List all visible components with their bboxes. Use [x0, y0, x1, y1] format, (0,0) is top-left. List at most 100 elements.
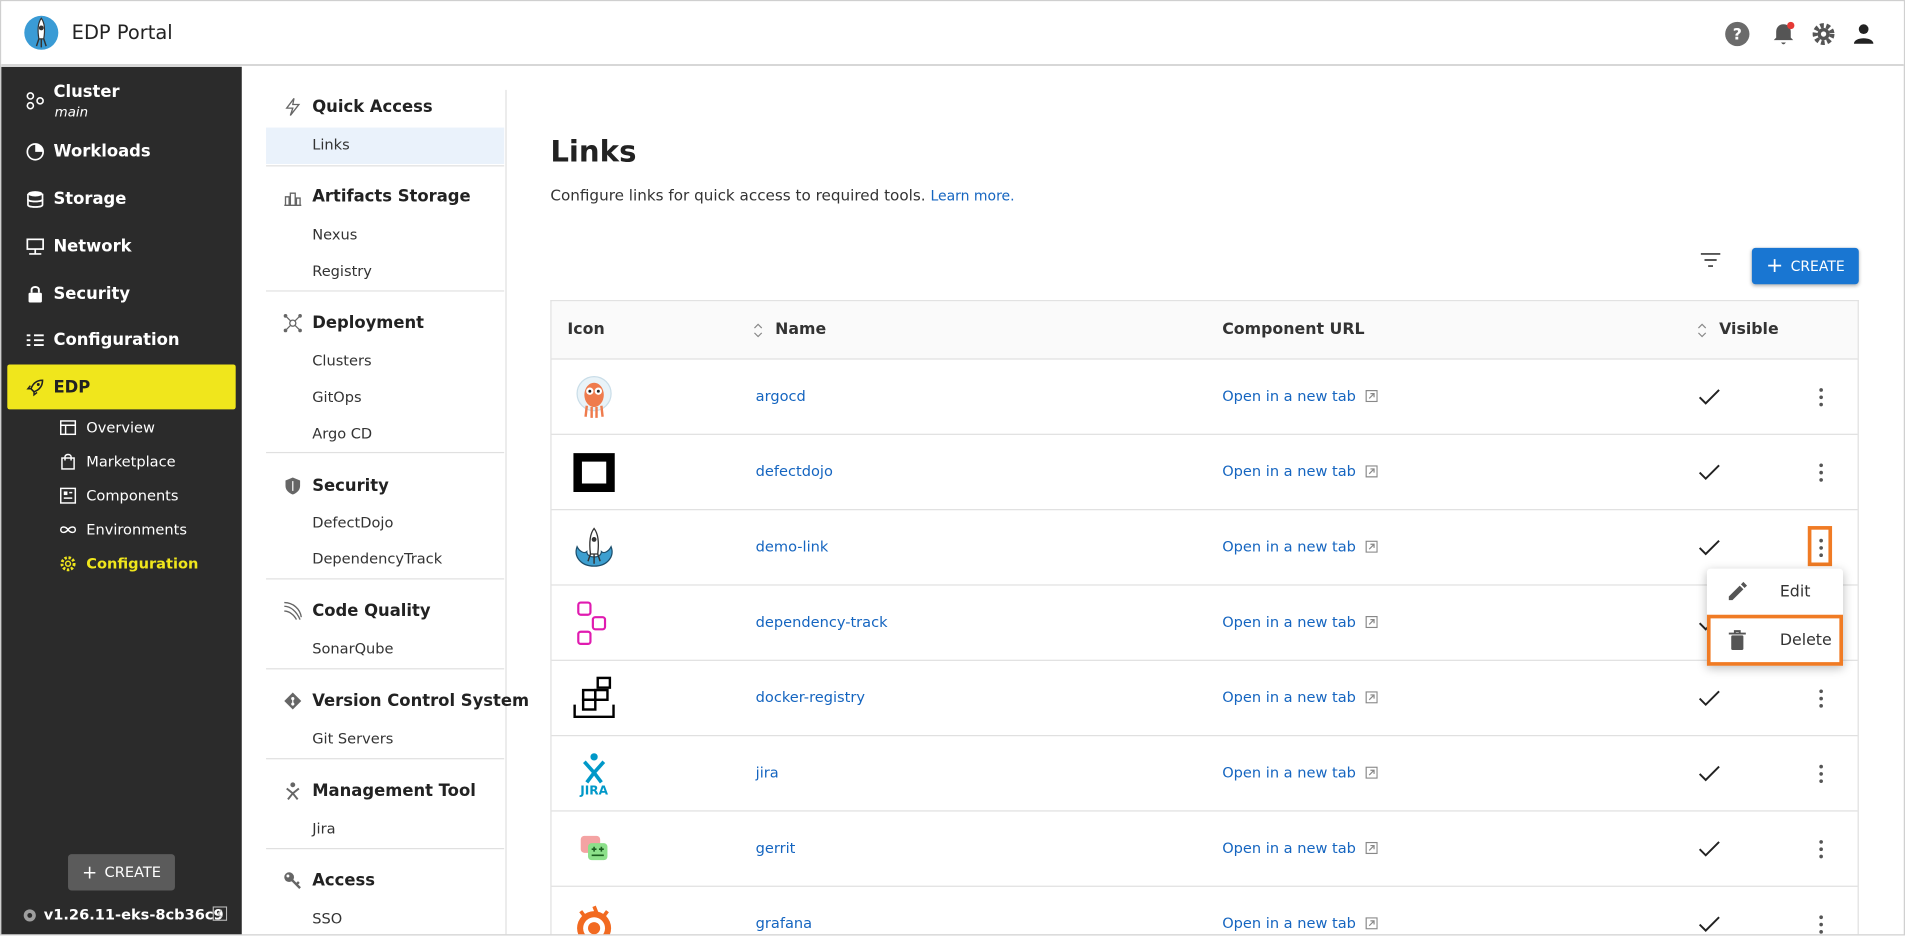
nav-subitem-components[interactable]: Components — [60, 482, 178, 509]
svg-text:JIRA: JIRA — [579, 784, 608, 797]
link-name[interactable]: docker-registry — [756, 689, 865, 706]
plus-icon: + — [1765, 253, 1784, 278]
nav-item-configuration[interactable]: Configuration — [7, 317, 235, 362]
external-link-icon — [1365, 615, 1378, 629]
svg-text:?: ? — [1733, 24, 1742, 43]
link-name[interactable]: dependency-track — [756, 614, 888, 631]
link-name[interactable]: argocd — [756, 388, 806, 405]
storage-icon — [27, 191, 44, 208]
help-icon[interactable]: ? — [1724, 21, 1751, 48]
section-title-artifacts-storage: Artifacts Storage — [312, 187, 471, 207]
check-icon — [1698, 841, 1720, 857]
nav-item-edp[interactable]: EDP — [7, 364, 236, 410]
filter-icon[interactable] — [1697, 247, 1724, 274]
management-icon — [286, 782, 300, 801]
page-description: Configure links for quick access to requ… — [550, 186, 1014, 204]
column-header-name[interactable]: Name — [775, 321, 826, 339]
sort-icon[interactable] — [1697, 323, 1707, 338]
marketplace-icon — [61, 453, 75, 470]
settings-icon[interactable] — [1810, 21, 1837, 48]
nav-item-label: Cluster — [53, 82, 120, 103]
nav-item-workloads[interactable]: Workloads — [7, 129, 235, 174]
open-link[interactable]: Open in a new tab — [1222, 463, 1378, 480]
open-link[interactable]: Open in a new tab — [1222, 689, 1378, 706]
subnav-link-nexus[interactable]: Nexus — [312, 226, 357, 243]
link-name[interactable]: demo-link — [756, 538, 829, 555]
top-bar: EDP Portal ? — [1, 1, 1904, 66]
gerrit-icon — [580, 835, 608, 861]
more-actions-icon[interactable] — [1815, 688, 1827, 710]
nav-create-button[interactable]: + CREATE — [68, 854, 175, 891]
subnav-link-gitops[interactable]: GitOps — [312, 389, 361, 406]
open-link[interactable]: Open in a new tab — [1222, 764, 1378, 781]
link-name[interactable]: grafana — [756, 915, 812, 932]
more-actions-icon[interactable] — [1815, 914, 1827, 936]
subnav-link-links[interactable]: Links — [312, 136, 349, 153]
grafana-icon — [577, 905, 612, 935]
open-link[interactable]: Open in a new tab — [1222, 388, 1378, 405]
learn-more-link[interactable]: Learn more. — [930, 187, 1014, 204]
left-nav: Cluster main Workloads Storage Network S… — [1, 66, 242, 935]
open-link[interactable]: Open in a new tab — [1222, 614, 1378, 631]
nav-subitem-marketplace[interactable]: Marketplace — [60, 448, 176, 475]
menu-item-edit[interactable]: Edit — [1707, 569, 1843, 615]
edp-logo-icon[interactable] — [23, 15, 59, 51]
description-text: Configure links for quick access to requ… — [550, 185, 926, 205]
app-window: EDP Portal ? Cluster main Workloads Stor… — [0, 0, 1905, 936]
more-actions-icon[interactable] — [1815, 537, 1827, 559]
external-link-icon — [1365, 917, 1378, 930]
more-actions-icon[interactable] — [1815, 763, 1827, 785]
collapse-sidebar-icon[interactable] — [212, 906, 228, 921]
nav-item-label: Configuration — [53, 329, 180, 350]
nav-subitem-environments[interactable]: Environments — [60, 516, 187, 543]
table-row: docker-registry Open in a new tab — [551, 661, 1858, 737]
nav-item-cluster[interactable]: Cluster main — [7, 78, 235, 127]
more-actions-icon[interactable] — [1815, 386, 1827, 408]
git-icon — [284, 692, 302, 710]
table-row: dependency-track Open in a new tab — [551, 586, 1858, 661]
subnav-link-argo-cd[interactable]: Argo CD — [312, 425, 372, 442]
nav-item-storage[interactable]: Storage — [7, 176, 235, 221]
create-link-button[interactable]: + CREATE — [1751, 247, 1859, 285]
check-icon — [1698, 916, 1720, 932]
subnav-link-registry[interactable]: Registry — [312, 262, 372, 279]
column-header-visible[interactable]: Visible — [1719, 321, 1779, 339]
notifications-icon[interactable] — [1770, 21, 1797, 48]
nav-item-network[interactable]: Network — [7, 224, 235, 269]
subnav-link-sonarqube[interactable]: SonarQube — [312, 640, 393, 657]
nav-item-security[interactable]: Security — [7, 271, 235, 316]
open-link[interactable]: Open in a new tab — [1222, 915, 1378, 932]
subnav-link-sso[interactable]: SSO — [312, 910, 342, 927]
demo-link-icon — [575, 527, 613, 567]
column-header-icon: Icon — [567, 320, 605, 339]
external-link-icon — [1365, 691, 1378, 704]
nav-subitem-overview[interactable]: Overview — [60, 414, 155, 441]
components-icon — [60, 487, 77, 504]
open-link-label: Open in a new tab — [1222, 688, 1356, 706]
nav-subitem-label: Overview — [86, 419, 155, 437]
subnav-link-dependencytrack[interactable]: DependencyTrack — [312, 550, 442, 567]
link-name[interactable]: defectdojo — [756, 463, 833, 480]
link-name[interactable]: jira — [756, 764, 779, 781]
nav-item-label: Workloads — [53, 141, 151, 161]
open-link[interactable]: Open in a new tab — [1222, 839, 1378, 857]
link-name[interactable]: gerrit — [756, 839, 796, 856]
external-link-icon — [1365, 841, 1378, 855]
more-actions-icon[interactable] — [1815, 462, 1827, 484]
menu-item-delete[interactable]: Delete — [1707, 617, 1843, 663]
page-title: Links — [550, 134, 637, 169]
menu-item-label: Edit — [1779, 582, 1811, 601]
nav-subitem-configuration[interactable]: Configuration — [60, 550, 199, 577]
account-icon[interactable] — [1850, 21, 1877, 48]
subnav-link-defectdojo[interactable]: DefectDojo — [312, 514, 393, 531]
defectdojo-icon — [573, 453, 615, 493]
subnav-link-clusters[interactable]: Clusters — [312, 352, 371, 369]
more-actions-icon[interactable] — [1815, 838, 1827, 860]
subnav-link-git-servers[interactable]: Git Servers — [312, 730, 393, 747]
nav-subitem-label: Configuration — [86, 555, 199, 573]
subnav-active-bg — [266, 127, 505, 165]
cluster-icon — [26, 92, 44, 110]
sort-icon[interactable] — [753, 323, 763, 338]
open-link[interactable]: Open in a new tab — [1222, 538, 1378, 555]
subnav-link-jira[interactable]: Jira — [312, 820, 335, 837]
